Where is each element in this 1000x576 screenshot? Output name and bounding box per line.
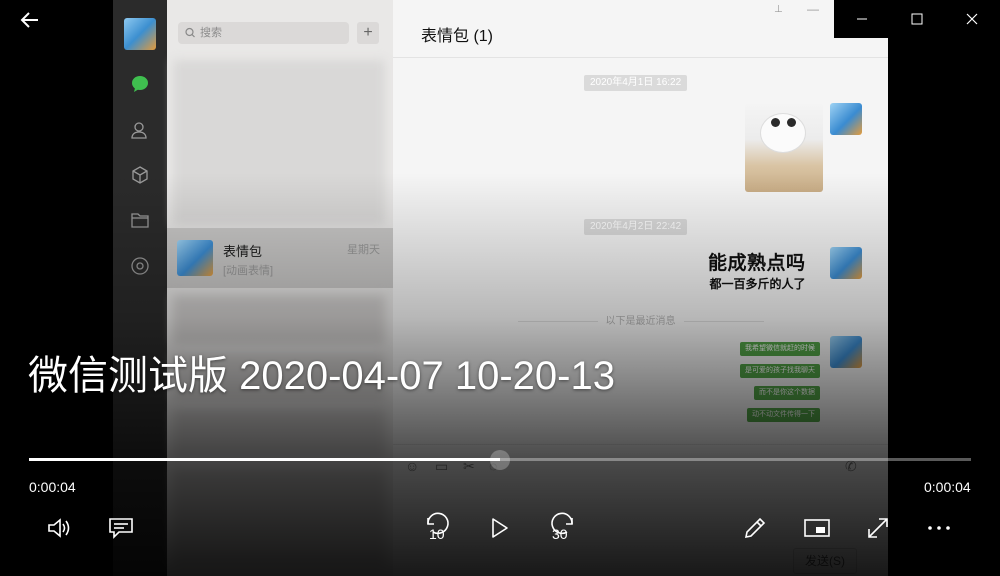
avatar [830,103,862,135]
recent-divider: 以下是最近消息 [393,312,888,327]
folder-icon [113,202,167,238]
search-placeholder: 搜索 [200,27,222,39]
play-icon [492,518,508,538]
arrow-left-icon [20,12,38,28]
minimize-icon [856,18,867,20]
window-controls [834,0,1000,38]
seek-bar-fill [29,458,500,461]
volume-icon [48,518,70,538]
current-time: 0:00:04 [29,479,76,495]
conversation-list: 搜索 + 表情包 星期天 [动画表情] [167,0,393,576]
mini-view-icon [804,519,830,537]
timestamp: 2020年4月1日 16:22 [584,75,688,91]
sticker-line-2: 都一百多斤的人了 [709,277,806,291]
mini-view-button[interactable] [797,508,837,548]
volume-button[interactable] [40,508,80,548]
contacts-icon [113,112,167,148]
message-bubble: 动不动文件传得一下 [747,408,820,422]
list-item-selected[interactable]: 表情包 星期天 [动画表情] [167,228,393,288]
maximize-icon [911,13,922,25]
avatar [177,240,213,276]
chat-bubble-icon [113,66,167,102]
blurred-chat-item [173,408,385,458]
message-bubble: 我希望微信就赶的时候 [740,342,820,356]
cube-icon [113,157,167,193]
divider [393,57,888,58]
close-icon [966,13,977,25]
text-sticker: 能成熟点吗 都一百多斤的人了 [708,248,806,292]
search-input[interactable]: 搜索 [178,22,349,44]
blurred-chat-items [173,60,385,225]
more-icon [928,526,950,530]
maximize-button[interactable] [889,0,944,38]
captions-button[interactable] [101,508,141,548]
chat-title: 表情包 (1) [421,28,494,45]
video-frame: 搜索 + 表情包 星期天 [动画表情] ⊥ — 表情包 (1) ··· 2020… [113,0,888,576]
minimize-button[interactable] [834,0,889,38]
fullscreen-button[interactable] [858,508,898,548]
avatar [830,336,862,368]
avatar [124,18,156,50]
blurred-chat-item [173,295,385,345]
chat-time: 星期天 [347,244,380,256]
chat-preview: [动画表情] [223,265,274,277]
skip-forward-label: 30 [552,526,568,542]
divider [393,444,888,445]
close-button[interactable] [944,0,999,38]
total-time: 0:00:04 [924,479,971,495]
back-button[interactable] [18,8,42,32]
recent-divider-label: 以下是最近消息 [605,316,676,327]
fullscreen-icon [868,518,888,538]
avatar [830,247,862,279]
search-icon [185,22,195,52]
chat-name: 表情包 [223,244,263,259]
message-bubble: 是可爱的孩子找我聊天 [740,364,820,378]
pin-icon: ⊥ [774,4,783,15]
wechat-nav-sidebar [113,0,167,576]
sticker-line-1: 能成熟点吗 [708,253,806,274]
pen-icon [744,517,766,539]
input-toolbar: ☺ ▭ ✂ ◌ ✆ [405,458,875,478]
chat-panel: ⊥ — 表情包 (1) ··· 2020年4月1日 16:22 2020年4月2… [393,0,888,576]
video-title: 微信测试版 2020-04-07 10-20-13 [28,354,615,398]
kitten-sticker [745,104,823,192]
timestamp: 2020年4月2日 22:42 [584,219,688,235]
skip-back-label: 10 [429,526,445,542]
seek-thumb[interactable] [490,450,510,470]
play-button[interactable] [480,508,520,548]
message-bubble: 而不是你这个数据 [754,386,820,400]
more-button[interactable] [919,508,959,548]
send-button: 发送(S) [793,548,857,574]
minimize-icon: — [807,2,819,16]
moments-icon [113,248,167,284]
blurred-chat-item [173,468,385,568]
captions-icon [109,518,133,539]
add-button[interactable]: + [357,22,379,44]
edit-button[interactable] [735,508,775,548]
